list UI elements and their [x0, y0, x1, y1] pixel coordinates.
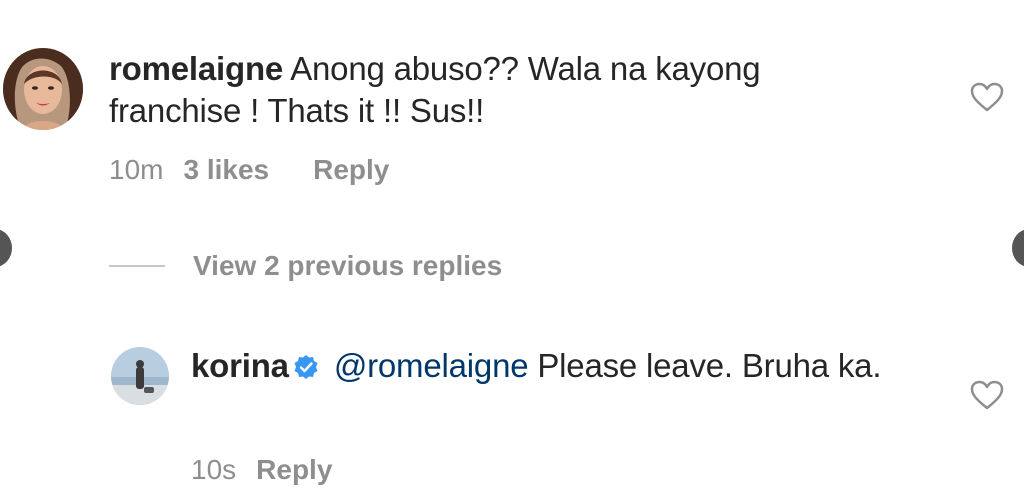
romelaigne-avatar[interactable]: [3, 48, 83, 130]
reply-text: Please leave. Bruha ka.: [537, 347, 882, 384]
chevron-left-icon[interactable]: [0, 229, 12, 267]
comment-username[interactable]: romelaigne: [109, 50, 283, 87]
view-previous-replies-button[interactable]: View 2 previous replies: [109, 250, 502, 282]
comment-body: romelaigne Anong abuso?? Wala na kayong …: [109, 48, 889, 132]
reply-meta: 10s Reply: [191, 454, 332, 486]
korina-avatar[interactable]: [111, 347, 169, 405]
reply-reply-button[interactable]: Reply: [256, 454, 332, 486]
reply-mention-link[interactable]: @romelaigne: [334, 347, 529, 384]
comment-time: 10m: [109, 154, 164, 185]
chevron-right-icon[interactable]: [1012, 229, 1024, 267]
reply-username[interactable]: korina: [191, 347, 289, 384]
comment-reply-button[interactable]: Reply: [313, 154, 389, 186]
view-previous-replies-label[interactable]: View 2 previous replies: [193, 250, 502, 282]
replies-divider-line: [109, 265, 165, 267]
verified-badge-icon: [293, 354, 319, 380]
reply-time: 10s: [191, 454, 237, 485]
heart-outline-icon[interactable]: [970, 82, 1004, 112]
comment-likes[interactable]: 3 likes: [183, 154, 269, 186]
heart-outline-icon[interactable]: [970, 380, 1004, 410]
reply-body: korina @romelaigne Please leave. Bruha k…: [191, 345, 891, 387]
comment-meta: 10m 3 likes Reply: [109, 154, 389, 186]
